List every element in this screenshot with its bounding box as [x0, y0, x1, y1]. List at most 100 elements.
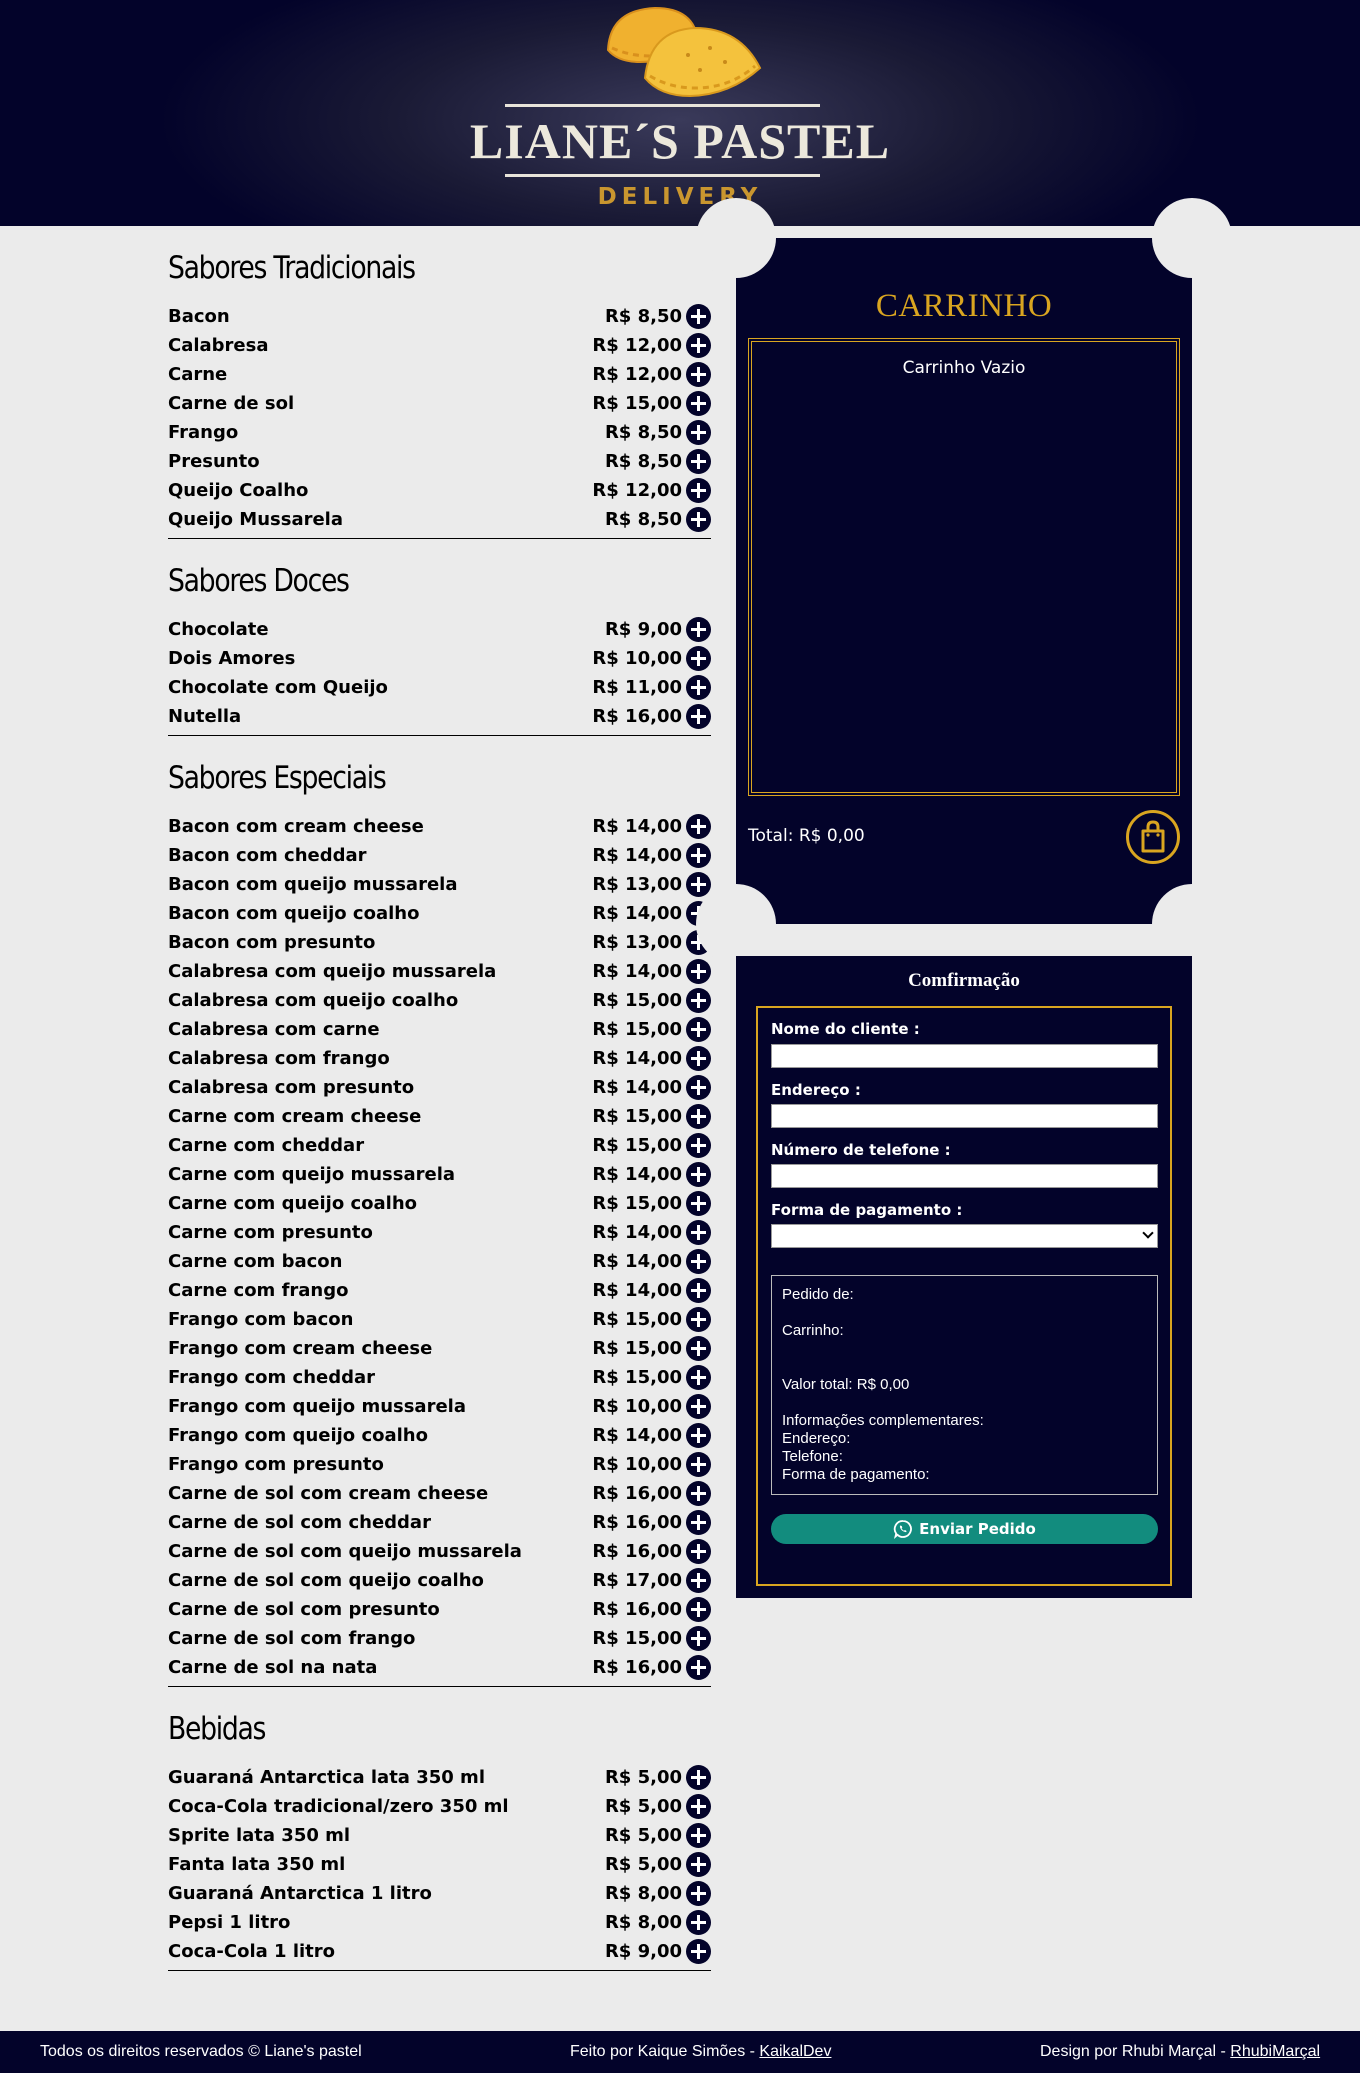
plus-circle-icon[interactable]	[686, 1423, 711, 1448]
menu-item-price: R$ 14,00	[592, 845, 682, 866]
plus-circle-icon[interactable]	[686, 304, 711, 329]
plus-circle-icon[interactable]	[686, 449, 711, 474]
brand-rule-top	[505, 104, 820, 107]
footer-design-by-link[interactable]: RhubiMarçal	[1230, 2043, 1320, 2060]
customer-name-input[interactable]	[771, 1044, 1158, 1068]
plus-circle-icon[interactable]	[686, 1365, 711, 1390]
plus-circle-icon[interactable]	[686, 391, 711, 416]
menu-item-name: Frango	[168, 422, 239, 443]
menu-item: Presunto R$ 8,50	[168, 447, 711, 476]
plus-circle-icon[interactable]	[686, 646, 711, 671]
checkout-bag-button[interactable]	[1126, 810, 1180, 864]
menu-item-name: Frango com bacon	[168, 1309, 354, 1330]
plus-circle-icon[interactable]	[686, 704, 711, 729]
send-order-label: Enviar Pedido	[919, 1520, 1036, 1538]
plus-circle-icon[interactable]	[686, 675, 711, 700]
footer-rights: Todos os direitos reservados © Liane's p…	[40, 2043, 362, 2060]
plus-circle-icon[interactable]	[686, 1655, 711, 1680]
menu-item: Frango com cream cheese R$ 15,00	[168, 1334, 711, 1363]
summary-payment: Forma de pagamento:	[782, 1466, 930, 1483]
menu-item-name: Guaraná Antarctica lata 350 ml	[168, 1767, 485, 1788]
customer-name-label: Nome do cliente :	[771, 1020, 920, 1038]
menu-item: Carne R$ 12,00	[168, 360, 711, 389]
plus-circle-icon[interactable]	[686, 1823, 711, 1848]
menu-item-price: R$ 12,00	[592, 480, 682, 501]
plus-circle-icon[interactable]	[686, 362, 711, 387]
menu-item-name: Coca-Cola 1 litro	[168, 1941, 336, 1962]
plus-circle-icon[interactable]	[686, 1017, 711, 1042]
plus-circle-icon[interactable]	[686, 1910, 711, 1935]
menu-item: Carne de sol na nata R$ 16,00	[168, 1653, 711, 1682]
menu-item: Calabresa com queijo coalho R$ 15,00	[168, 986, 711, 1015]
plus-circle-icon[interactable]	[686, 1307, 711, 1332]
plus-circle-icon[interactable]	[686, 1191, 711, 1216]
menu-item-price: R$ 12,00	[592, 364, 682, 385]
plus-circle-icon[interactable]	[686, 1162, 711, 1187]
plus-circle-icon[interactable]	[686, 814, 711, 839]
plus-circle-icon[interactable]	[686, 507, 711, 532]
menu-item-name: Pepsi 1 litro	[168, 1912, 291, 1933]
site-header: LIANE´S PASTEL DELIVERY	[0, 0, 1360, 226]
plus-circle-icon[interactable]	[686, 1765, 711, 1790]
menu-item-price: R$ 15,00	[592, 1193, 682, 1214]
menu-item: Chocolate R$ 9,00	[168, 615, 711, 644]
menu-item-price: R$ 16,00	[592, 1657, 682, 1678]
footer-made-by-link[interactable]: KaikalDev	[759, 2043, 831, 2060]
plus-circle-icon[interactable]	[686, 1336, 711, 1361]
plus-circle-icon[interactable]	[686, 1481, 711, 1506]
menu-item-price: R$ 15,00	[592, 1367, 682, 1388]
send-order-button[interactable]: Enviar Pedido	[771, 1514, 1158, 1544]
plus-circle-icon[interactable]	[686, 1104, 711, 1129]
menu-item-name: Coca-Cola tradicional/zero 350 ml	[168, 1796, 509, 1817]
plus-circle-icon[interactable]	[686, 1220, 711, 1245]
plus-circle-icon[interactable]	[686, 478, 711, 503]
plus-circle-icon[interactable]	[686, 1046, 711, 1071]
menu-item-name: Calabresa com carne	[168, 1019, 380, 1040]
section-title: Bebidas	[168, 1711, 266, 1747]
plus-circle-icon[interactable]	[686, 617, 711, 642]
cart-panel: CARRINHO Carrinho Vazio Total: R$ 0,00	[696, 198, 1232, 964]
plus-circle-icon[interactable]	[686, 1568, 711, 1593]
plus-circle-icon[interactable]	[686, 1278, 711, 1303]
plus-circle-icon[interactable]	[686, 988, 711, 1013]
plus-circle-icon[interactable]	[686, 959, 711, 984]
menu-item-name: Chocolate com Queijo	[168, 677, 388, 698]
plus-circle-icon[interactable]	[686, 1881, 711, 1906]
plus-circle-icon[interactable]	[686, 1452, 711, 1477]
menu-item: Frango com cheddar R$ 15,00	[168, 1363, 711, 1392]
plus-circle-icon[interactable]	[686, 1794, 711, 1819]
summary-cart: Carrinho:	[782, 1322, 844, 1339]
chevron-down-icon	[1142, 1227, 1154, 1239]
plus-circle-icon[interactable]	[686, 1597, 711, 1622]
payment-select[interactable]	[771, 1224, 1158, 1248]
menu-item-name: Sprite lata 350 ml	[168, 1825, 351, 1846]
cart-notch	[696, 884, 776, 964]
address-input[interactable]	[771, 1104, 1158, 1128]
plus-circle-icon[interactable]	[686, 1133, 711, 1158]
plus-circle-icon[interactable]	[686, 1249, 711, 1274]
plus-circle-icon[interactable]	[686, 1394, 711, 1419]
plus-circle-icon[interactable]	[686, 1939, 711, 1964]
menu-item-price: R$ 5,00	[604, 1854, 682, 1875]
plus-circle-icon[interactable]	[686, 420, 711, 445]
plus-circle-icon[interactable]	[686, 1510, 711, 1535]
plus-circle-icon[interactable]	[686, 333, 711, 358]
menu-item-price: R$ 14,00	[592, 961, 682, 982]
menu-item-name: Bacon com queijo mussarela	[168, 874, 458, 895]
menu-item: Bacon com presunto R$ 13,00	[168, 928, 711, 957]
summary-info: Informações complementares:	[782, 1412, 984, 1429]
menu-item: Frango com bacon R$ 15,00	[168, 1305, 711, 1334]
plus-circle-icon[interactable]	[686, 872, 711, 897]
phone-input[interactable]	[771, 1164, 1158, 1188]
menu-item-name: Bacon	[168, 306, 230, 327]
plus-circle-icon[interactable]	[686, 1075, 711, 1100]
plus-circle-icon[interactable]	[686, 1539, 711, 1564]
menu-item-name: Carne de sol com frango	[168, 1628, 416, 1649]
cart-notch	[1152, 198, 1232, 278]
plus-circle-icon[interactable]	[686, 1852, 711, 1877]
menu-item: Coca-Cola 1 litro R$ 9,00	[168, 1937, 711, 1966]
cart-notch	[1152, 884, 1232, 964]
plus-circle-icon[interactable]	[686, 843, 711, 868]
menu-item: Carne de sol com cheddar R$ 16,00	[168, 1508, 711, 1537]
plus-circle-icon[interactable]	[686, 1626, 711, 1651]
